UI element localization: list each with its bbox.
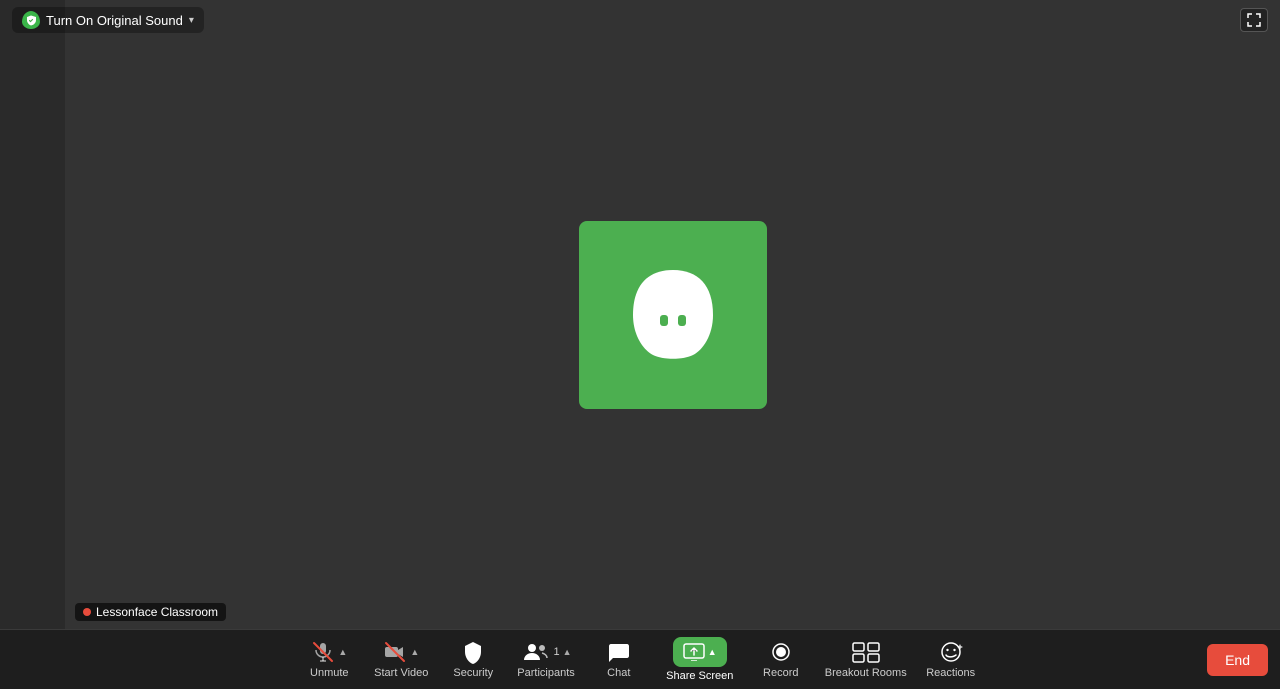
share-screen-button[interactable]: ▲ Share Screen (655, 632, 745, 688)
chat-label: Chat (607, 667, 630, 679)
share-caret[interactable]: ▲ (708, 647, 717, 657)
video-muted-icon (383, 640, 407, 664)
participants-caret[interactable]: ▲ (563, 647, 572, 657)
security-label: Security (453, 667, 493, 679)
participants-icon (521, 640, 551, 664)
main-content (65, 0, 1280, 629)
original-sound-label: Turn On Original Sound (46, 13, 183, 28)
chat-icon (607, 640, 631, 664)
chat-button[interactable]: Chat (583, 632, 655, 688)
video-caret[interactable]: ▲ (410, 647, 419, 657)
share-screen-label: Share Screen (666, 670, 733, 682)
breakout-rooms-button[interactable]: Breakout Rooms (817, 632, 915, 688)
unmute-caret[interactable]: ▲ (338, 647, 347, 657)
participants-button[interactable]: 1 ▲ Participants (509, 632, 582, 688)
unmute-icon-area: ▲ (311, 640, 347, 664)
share-screen-highlight: ▲ (673, 637, 727, 667)
participants-icon-area: 1 ▲ (521, 640, 572, 664)
video-icon-area: ▲ (383, 640, 419, 664)
security-icon (461, 640, 485, 664)
reactions-label: Reactions (926, 667, 975, 679)
share-screen-icon (683, 643, 705, 661)
start-video-label: Start Video (374, 667, 428, 679)
toolbar: ▲ Unmute ▲ Start Video Security (0, 629, 1280, 689)
unmute-button[interactable]: ▲ Unmute (293, 632, 365, 688)
top-bar: Turn On Original Sound ▾ (0, 0, 1280, 40)
security-button[interactable]: Security (437, 632, 509, 688)
participants-count: 1 (554, 646, 560, 658)
fullscreen-button[interactable] (1240, 8, 1268, 32)
record-button[interactable]: Record (745, 632, 817, 688)
reactions-button[interactable]: Reactions (915, 632, 987, 688)
end-button[interactable]: End (1207, 644, 1268, 676)
share-screen-icon-area: ▲ (673, 637, 727, 667)
name-tag-label: Lessonface Classroom (96, 605, 218, 619)
breakout-rooms-icon (852, 640, 880, 664)
record-label: Record (763, 667, 798, 679)
breakout-rooms-icon-area (852, 640, 880, 664)
chat-icon-area (607, 640, 631, 664)
reactions-icon-area (938, 640, 964, 664)
name-tag-dot (83, 608, 91, 616)
name-tag: Lessonface Classroom (75, 603, 226, 621)
original-sound-button[interactable]: Turn On Original Sound ▾ (12, 7, 204, 33)
reactions-icon (938, 640, 964, 664)
participant-avatar (579, 221, 767, 409)
record-icon (769, 640, 793, 664)
lessonface-logo (613, 260, 733, 370)
chevron-down-icon: ▾ (189, 15, 194, 26)
security-icon-area (461, 640, 485, 664)
unmute-label: Unmute (310, 667, 349, 679)
participants-label: Participants (517, 667, 574, 679)
left-sidebar (0, 0, 65, 629)
breakout-rooms-label: Breakout Rooms (825, 667, 907, 679)
mic-muted-icon (311, 640, 335, 664)
record-icon-area (769, 640, 793, 664)
shield-icon (22, 11, 40, 29)
start-video-button[interactable]: ▲ Start Video (365, 632, 437, 688)
